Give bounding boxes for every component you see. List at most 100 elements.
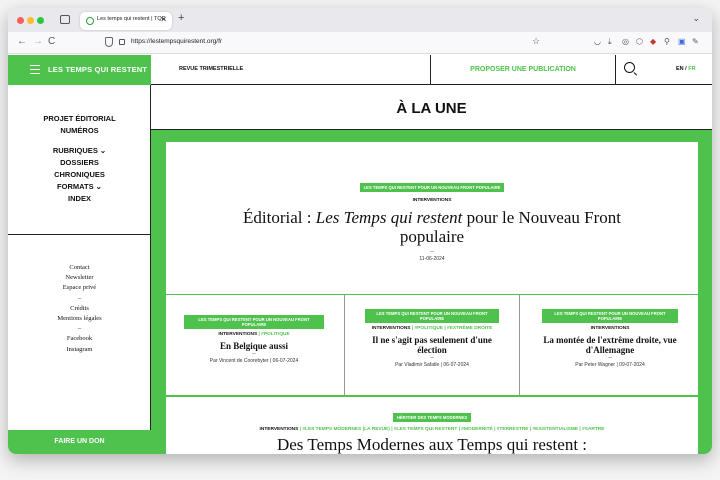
article-row: LES TEMPS QUI RESTENT POUR UN NOUVEAU FR… <box>166 295 698 395</box>
rubric-tags[interactable]: | #POLITIQUE <box>257 332 289 337</box>
article-rubric: INTERVENTIONS | #POLITIQUE <box>166 332 342 337</box>
sidebar-item-index[interactable]: INDEX <box>8 193 151 205</box>
navigation-bar: ← → C https://lestempsquirestent.org/fr … <box>8 32 712 54</box>
brand-bar[interactable]: LES TEMPS QUI RESTENT <box>8 55 151 85</box>
propose-publication-link[interactable]: PROPOSER UNE PUBLICATION <box>431 66 615 73</box>
sidebar-icon[interactable]: ▣ <box>678 37 686 46</box>
topbar-divider <box>615 55 616 85</box>
download-icon[interactable]: ⤓ <box>608 37 612 47</box>
menu-icon[interactable] <box>30 65 40 74</box>
lang-fr[interactable]: FR <box>688 66 695 72</box>
sidebar: LES TEMPS QUI RESTENT PROJET ÉDITORIAL N… <box>8 55 151 454</box>
nav-gap <box>8 137 151 145</box>
tab-overview-icon[interactable] <box>60 15 70 24</box>
featured-article[interactable]: LES TEMPS QUI RESTENT POUR UN NOUVEAU FR… <box>166 142 698 294</box>
rubric-name[interactable]: INTERVENTIONS <box>260 427 299 432</box>
lock-icon[interactable] <box>119 39 125 45</box>
article-card[interactable]: LES TEMPS QUI RESTENT POUR UN NOUVEAU FR… <box>166 295 342 395</box>
article-rubric: INTERVENTIONS | #POLITIQUE | #EXTRÊME DR… <box>345 326 519 331</box>
browser-window: Les temps qui restent | TQR ✕ + ⌄ ← → C … <box>8 8 712 454</box>
minimize-window-button[interactable] <box>27 17 34 24</box>
link-facebook[interactable]: Facebook <box>8 334 151 344</box>
forward-button[interactable]: → <box>33 36 43 47</box>
bookmark-star-icon[interactable]: ☆ <box>532 36 540 47</box>
title-pre: Éditorial : <box>243 208 316 227</box>
sidebar-divider <box>8 234 151 235</box>
bottom-article[interactable]: HÉRITIER DES TEMPS MODERNES INTERVENTION… <box>166 397 698 454</box>
shield-extension-icon[interactable]: ◆ <box>650 37 656 46</box>
article-title[interactable]: En Belgique aussi <box>176 341 332 351</box>
sidebar-item-numeros[interactable]: NUMÉROS <box>8 125 151 137</box>
link-instagram[interactable]: Instagram <box>8 345 151 355</box>
tab-active[interactable]: Les temps qui restent | TQR ✕ <box>80 12 172 30</box>
links-separator: – <box>77 294 82 302</box>
sidebar-item-chroniques[interactable]: CHRONIQUES <box>8 169 151 181</box>
rubric-name[interactable]: INTERVENTIONS <box>372 326 411 331</box>
article-title[interactable]: Il ne s'agit pas seulement d'une électio… <box>363 335 501 355</box>
tracking-shield-icon[interactable] <box>105 37 113 47</box>
article-card[interactable]: LES TEMPS QUI RESTENT POUR UN NOUVEAU FR… <box>344 295 520 395</box>
sidebar-nav: PROJET ÉDITORIAL NUMÉROS RUBRIQUES ⌄ DOS… <box>8 113 151 205</box>
article-date: 11-06-2024 <box>419 256 445 262</box>
title-italic: Les Temps qui restent <box>315 208 463 227</box>
article-rubric[interactable]: INTERVENTIONS <box>166 198 698 203</box>
pocket-icon[interactable]: ◡ <box>594 37 601 46</box>
links-separator: – <box>77 325 82 333</box>
article-dash: – <box>608 355 612 361</box>
article-tag[interactable]: HÉRITIER DES TEMPS MODERNES <box>392 413 472 422</box>
website: LES TEMPS QUI RESTENT PROJET ÉDITORIAL N… <box>8 55 712 454</box>
sidebar-links: Contact Newsletter Espace privé – Crédit… <box>8 263 151 355</box>
tab-bar: Les temps qui restent | TQR ✕ + ⌄ <box>8 8 712 32</box>
featured-area: LES TEMPS QUI RESTENT POUR UN NOUVEAU FR… <box>151 130 712 454</box>
rubric-name[interactable]: INTERVENTIONS <box>218 332 257 337</box>
link-credits[interactable]: Crédits <box>8 304 151 314</box>
maximize-window-button[interactable] <box>37 17 44 24</box>
list-tabs-icon[interactable]: ⌄ <box>692 13 700 24</box>
article-tag[interactable]: LES TEMPS QUI RESTENT POUR UN NOUVEAU FR… <box>359 183 505 192</box>
article-tag[interactable]: LES TEMPS QUI RESTENT POUR UN NOUVEAU FR… <box>542 309 678 323</box>
article-card[interactable]: LES TEMPS QUI RESTENT POUR UN NOUVEAU FR… <box>522 295 698 395</box>
search-icon[interactable] <box>624 62 635 73</box>
article-rubric: INTERVENTIONS <box>522 326 698 331</box>
favicon-icon <box>86 17 94 25</box>
new-tab-button[interactable]: + <box>178 12 184 24</box>
article-title[interactable]: Éditorial : Les Temps qui restent pour l… <box>226 208 638 246</box>
url-input[interactable]: https://lestempsquirestent.org/fr <box>131 38 222 45</box>
pen-icon[interactable]: ✎ <box>692 37 699 46</box>
article-rubric: INTERVENTIONS | #LES TEMPS MODERNES (LA … <box>166 427 698 432</box>
lang-en[interactable]: EN <box>676 66 684 72</box>
rubric-name[interactable]: INTERVENTIONS <box>591 326 630 331</box>
top-bar: REVUE TRIMESTRIELLE PROPOSER UNE PUBLICA… <box>151 55 712 85</box>
extensions-icon[interactable]: ⬡ <box>636 37 643 46</box>
article-tag[interactable]: LES TEMPS QUI RESTENT POUR UN NOUVEAU FR… <box>184 315 324 329</box>
article-tag[interactable]: LES TEMPS QUI RESTENT POUR UN NOUVEAU FR… <box>365 309 499 323</box>
rubric-tags[interactable]: | #LES TEMPS MODERNES (LA REVUE) | #LES … <box>298 427 605 432</box>
close-window-button[interactable] <box>17 17 24 24</box>
tab-close-icon[interactable]: ✕ <box>160 15 167 24</box>
sidebar-item-rubriques[interactable]: RUBRIQUES ⌄ <box>8 145 151 157</box>
revue-label: REVUE TRIMESTRIELLE <box>179 66 244 72</box>
article-dash: – <box>252 351 256 357</box>
article-meta: Par Vladimir Safatle | 06-07-2024 <box>395 362 469 368</box>
article-title[interactable]: La montée de l'extrême droite, vue d'All… <box>536 335 684 355</box>
article-meta: Par Peter Wagner | 09-07-2024 <box>575 362 645 368</box>
key-icon[interactable]: ⚲ <box>664 37 670 46</box>
rubric-tags[interactable]: | #POLITIQUE | #EXTRÊME DROITE <box>410 326 493 331</box>
back-button[interactable]: ← <box>17 36 27 47</box>
article-title[interactable]: Des Temps Modernes aux Temps qui restent… <box>166 435 698 454</box>
link-espace-prive[interactable]: Espace privé <box>8 283 151 293</box>
account-icon[interactable]: ◎ <box>622 37 629 46</box>
link-contact[interactable]: Contact <box>8 263 151 273</box>
donate-button[interactable]: FAIRE UN DON <box>8 430 151 454</box>
sidebar-item-formats[interactable]: FORMATS ⌄ <box>8 181 151 193</box>
sidebar-item-projet[interactable]: PROJET ÉDITORIAL <box>8 113 151 125</box>
link-newsletter[interactable]: Newsletter <box>8 273 151 283</box>
site-logo[interactable]: LES TEMPS QUI RESTENT <box>48 65 147 74</box>
link-mentions-legales[interactable]: Mentions légales <box>8 314 151 324</box>
sidebar-item-dossiers[interactable]: DOSSIERS <box>8 157 151 169</box>
reload-button[interactable]: C <box>48 36 55 47</box>
une-header: À LA UNE <box>151 85 712 130</box>
